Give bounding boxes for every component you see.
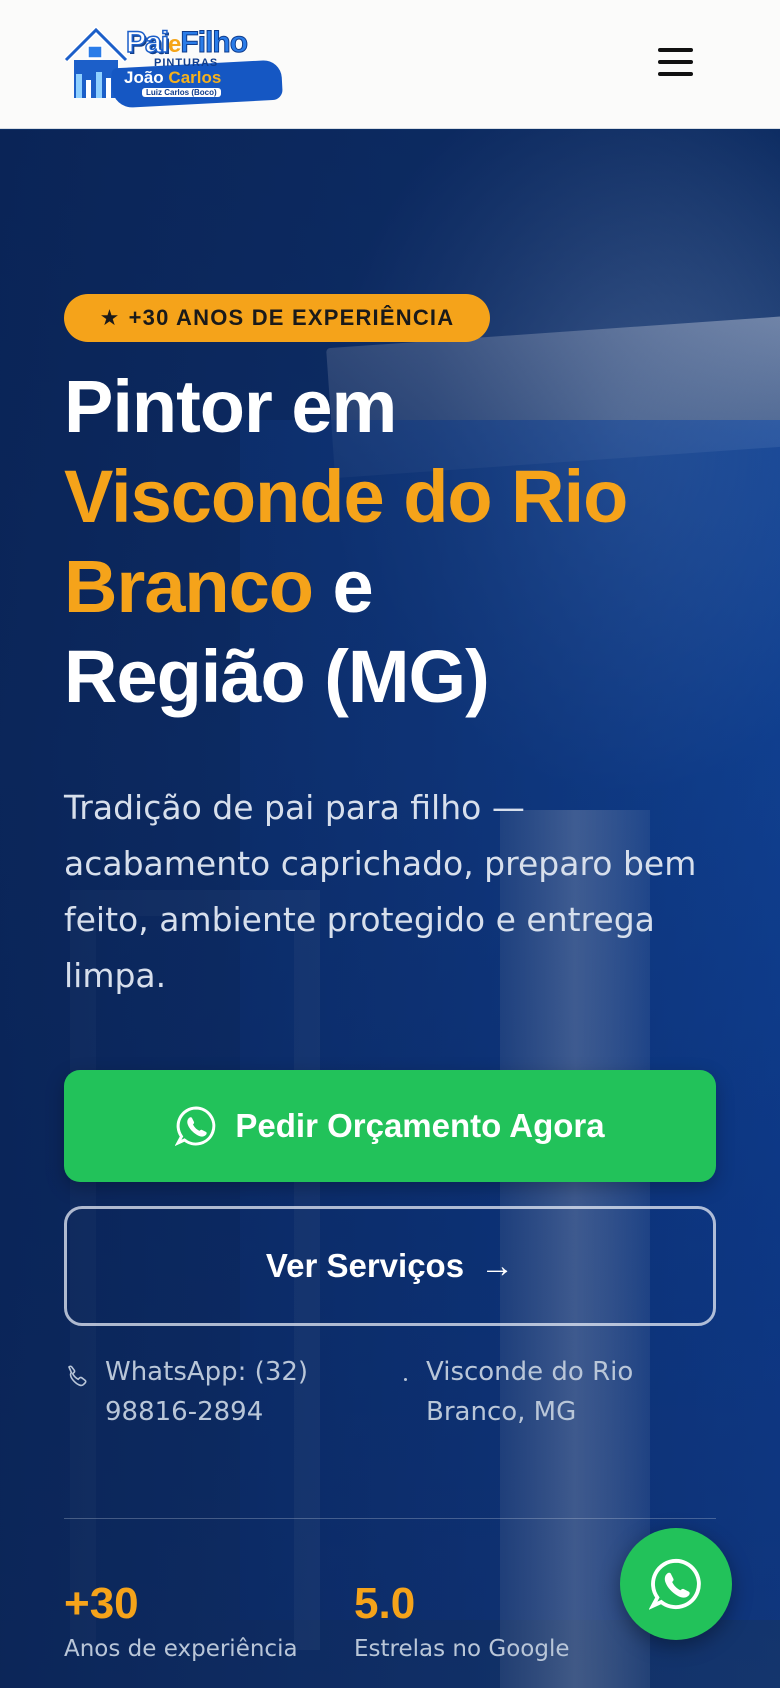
hero-headline: Pintor em Visconde do Rio Branco e Regiã…	[64, 362, 764, 722]
experience-badge-label: +30 ANOS DE EXPERIÊNCIA	[128, 305, 455, 330]
headline-part-3: Região (MG)	[64, 635, 490, 718]
logo-tagline: Luiz Carlos (Boco)	[142, 88, 221, 97]
request-quote-button[interactable]: Pedir Orçamento Agora	[64, 1070, 716, 1182]
stat-label: Estrelas no Google	[354, 1636, 570, 1662]
view-services-button[interactable]: Ver Serviços →	[64, 1206, 716, 1326]
arrow-right-icon: →	[480, 1246, 515, 1285]
stat-experience: +30 Anos de experiência	[64, 1579, 298, 1663]
stat-label: Anos de experiência	[64, 1636, 298, 1662]
logo-name-last: Carlos	[168, 68, 222, 87]
whatsapp-icon	[649, 1558, 701, 1610]
headline-part-2: e	[332, 545, 374, 628]
logo-e: e	[168, 31, 181, 58]
logo-name-first: João	[124, 68, 164, 87]
hero-lead-text: Tradição de pai para filho — acabamento …	[64, 788, 697, 995]
experience-badge: ★ +30 ANOS DE EXPERIÊNCIA	[64, 294, 490, 342]
view-services-label: Ver Serviços	[265, 1247, 465, 1284]
hero-section: ★ +30 ANOS DE EXPERIÊNCIA Pintor em Visc…	[0, 130, 780, 1688]
logo-name: João Carlos	[124, 68, 221, 88]
location-dot-icon	[404, 1378, 407, 1381]
star-icon: ★	[99, 305, 121, 330]
stat-value: 5.0	[354, 1579, 416, 1628]
site-header: PaieFilho PINTURAS João Carlos Luiz Carl…	[0, 0, 780, 129]
brand-logo[interactable]: PaieFilho PINTURAS João Carlos Luiz Carl…	[62, 20, 283, 109]
request-quote-label: Pedir Orçamento Agora	[235, 1107, 605, 1144]
phone-icon	[68, 1365, 87, 1387]
logo-pai: Pai	[125, 25, 170, 60]
hamburger-menu-icon[interactable]	[656, 44, 696, 80]
logo-filho: Filho	[180, 26, 249, 60]
stat-value: +30	[64, 1579, 139, 1628]
stat-google-rating: 5.0 Estrelas no Google	[354, 1579, 570, 1663]
logo-wordmark: PaieFilho	[125, 25, 249, 60]
headline-part-1: Pintor em	[64, 365, 397, 448]
stats-divider	[64, 1518, 716, 1519]
whatsapp-float-button[interactable]	[620, 1528, 732, 1640]
location-text: Visconde do Rio Branco, MG	[426, 1357, 634, 1427]
whatsapp-number: WhatsApp: (32) 98816-2894	[105, 1357, 309, 1427]
whatsapp-icon	[175, 1106, 216, 1147]
